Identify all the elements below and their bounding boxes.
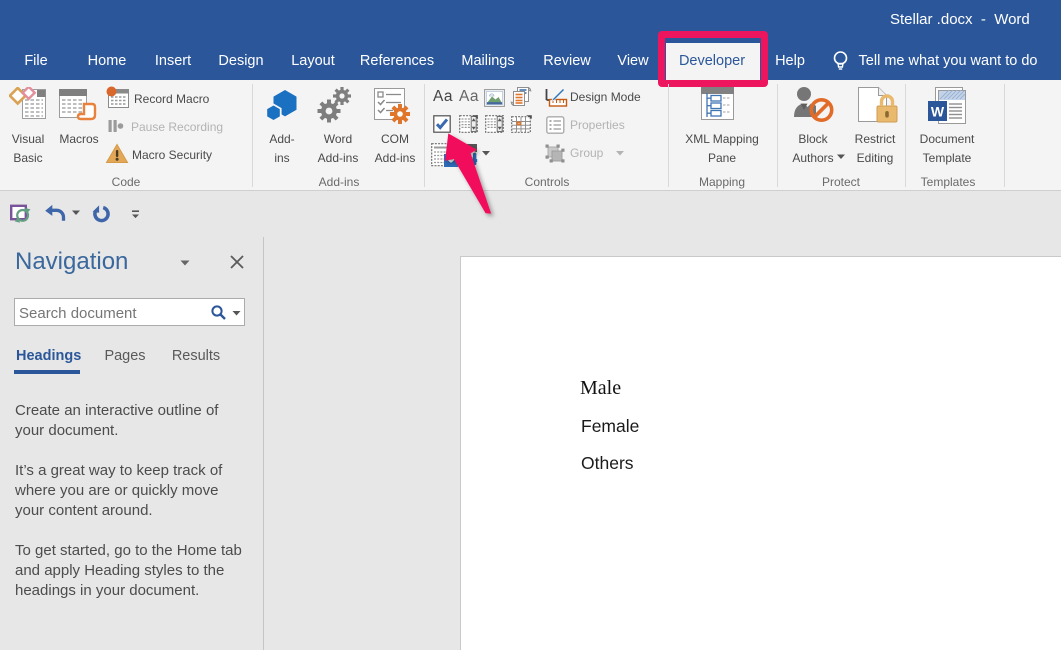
svg-text:W: W bbox=[931, 104, 945, 120]
